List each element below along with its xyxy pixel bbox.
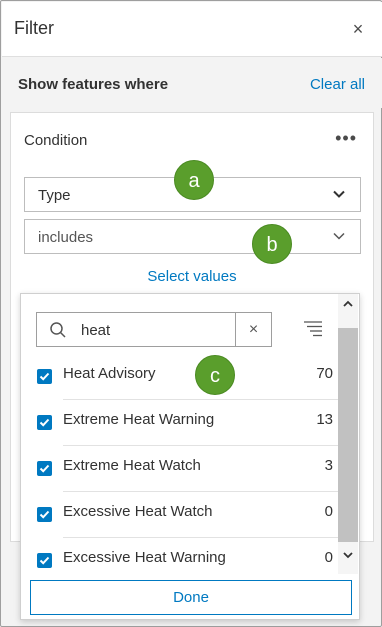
checkmark-icon <box>39 464 50 473</box>
callout-marker-c: c <box>195 355 235 395</box>
list-item-label: Extreme Heat Warning <box>63 411 215 428</box>
search-box: × <box>36 312 272 347</box>
operator-select-value: includes <box>38 229 94 246</box>
checkbox[interactable] <box>37 415 52 430</box>
list-item-count: 3 <box>324 457 333 474</box>
operator-select[interactable]: includes <box>24 219 361 254</box>
list-item-label: Excessive Heat Warning <box>63 549 226 566</box>
list-item[interactable]: Excessive Heat Warning 0 <box>21 538 339 584</box>
checkmark-icon <box>39 372 50 381</box>
callout-marker-a: a <box>174 160 214 200</box>
list-item-count: 70 <box>316 365 333 382</box>
checkmark-icon <box>39 510 50 519</box>
clear-all-link[interactable]: Clear all <box>310 76 365 93</box>
clear-search-button[interactable]: × <box>235 313 271 346</box>
checkbox[interactable] <box>37 461 52 476</box>
checkbox[interactable] <box>37 369 52 384</box>
chevron-down-icon <box>333 190 345 198</box>
scroll-down-button[interactable] <box>338 549 358 569</box>
more-options-button[interactable]: ••• <box>335 129 357 147</box>
search-icon <box>50 322 66 338</box>
panel-header: Filter × <box>2 2 382 57</box>
callout-marker-b: b <box>252 224 292 264</box>
chevron-up-icon <box>343 300 353 307</box>
show-features-label: Show features where <box>18 76 169 93</box>
checkbox[interactable] <box>37 507 52 522</box>
list-item-count: 0 <box>324 549 333 566</box>
select-values-link[interactable]: Select values <box>11 268 373 285</box>
list-item-label: Heat Advisory <box>63 365 156 382</box>
checkbox[interactable] <box>37 553 52 568</box>
scrollbar-thumb[interactable] <box>338 328 358 542</box>
list-item-label: Extreme Heat Watch <box>63 457 201 474</box>
list-item[interactable]: Excessive Heat Watch 0 <box>21 492 339 538</box>
list-item-count: 0 <box>324 503 333 520</box>
search-input[interactable] <box>81 320 221 340</box>
list-item[interactable]: Heat Advisory 70 <box>21 354 339 400</box>
panel-title: Filter <box>14 18 54 38</box>
list-item[interactable]: Extreme Heat Watch 3 <box>21 446 339 492</box>
checkmark-icon <box>39 556 50 565</box>
chevron-down-icon <box>333 232 345 240</box>
chevron-down-icon <box>343 552 353 559</box>
filter-panel: Filter × Show features where Clear all C… <box>0 0 382 627</box>
list-item-label: Excessive Heat Watch <box>63 503 213 520</box>
sort-list-icon[interactable] <box>303 320 323 338</box>
list-item[interactable]: Extreme Heat Warning 13 <box>21 400 339 446</box>
values-dropdown: × Heat Advisory 70 Extreme Heat Warning … <box>20 293 360 620</box>
show-features-row: Show features where Clear all <box>2 58 382 108</box>
field-select-value: Type <box>38 187 71 204</box>
close-button[interactable]: × <box>348 19 368 39</box>
condition-label: Condition <box>24 132 88 149</box>
done-button[interactable]: Done <box>30 580 352 615</box>
scroll-up-button[interactable] <box>338 298 358 318</box>
list-item-count: 13 <box>316 411 333 428</box>
checkmark-icon <box>39 418 50 427</box>
